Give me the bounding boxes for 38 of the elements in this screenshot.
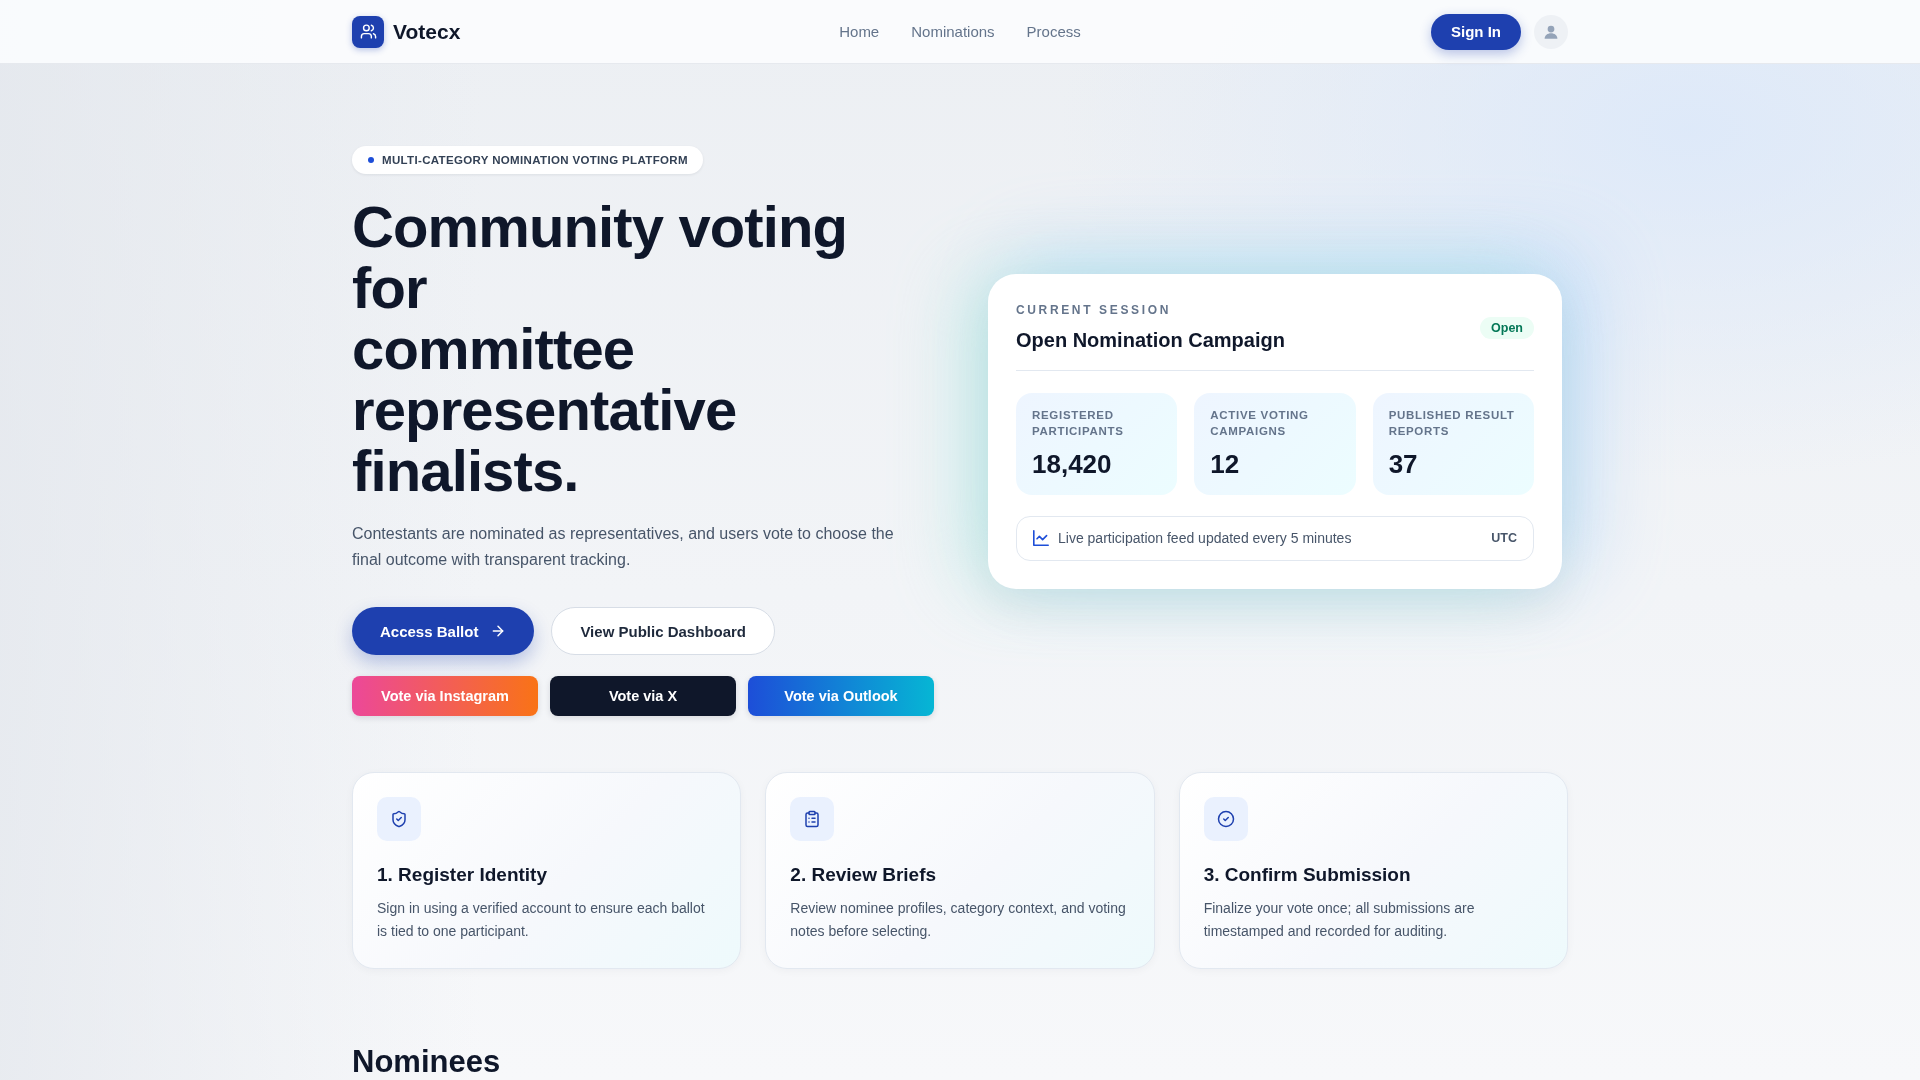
stat-label: PUBLISHED RESULT REPORTS (1388, 407, 1516, 439)
vote-button[interactable]: Vote via X (550, 676, 736, 716)
timezone-label: UTC (1491, 531, 1517, 545)
hero-heading: Community voting for committee representative finalists. (352, 196, 849, 501)
nav-link[interactable]: Home (839, 23, 880, 40)
session-eyebrow: CURRENT SESSION (1016, 301, 1172, 318)
step-description: Sign in using a verified account to ensure each ballot is tied to one participant. (377, 899, 706, 941)
stat-value: 18,420 (1032, 447, 1113, 480)
tagline-text: MULTI-CATEGORY NOMINATION VOTING PLATFORM (382, 154, 688, 166)
status-badge: Open (1480, 316, 1534, 339)
stat-label: ACTIVE VOTING CAMPAIGNS (1210, 407, 1310, 439)
step-title: 2. Review Briefs (790, 863, 938, 887)
dot-icon (368, 157, 374, 163)
stat-label: REGISTERED PARTICIPANTS (1032, 407, 1125, 439)
section-heading: Nominees (352, 1046, 501, 1078)
hero-description: Contestants are nominated as representatives, and users vote to choose the final outcome with transparent tracking. (352, 524, 895, 570)
stat-value: 12 (1210, 447, 1241, 480)
nav-link[interactable]: Nominations (911, 23, 995, 40)
vote-button[interactable]: Vote via Instagram (352, 676, 538, 716)
vote-button[interactable]: Vote via Outlook (748, 676, 934, 716)
step-title: 1. Register Identity (377, 863, 548, 887)
line-chart-icon (1033, 530, 1049, 546)
sign-in-button[interactable]: Sign In (1431, 13, 1521, 50)
brand-name: Votecx (393, 19, 461, 44)
shield-check-icon (377, 797, 421, 841)
clipboard-list-icon (790, 797, 835, 841)
step-description: Review nominee profiles, category context, and voting notes before selecting. (790, 899, 1127, 941)
access-ballot-button[interactable]: Access Ballot (352, 607, 535, 655)
feed-text: Live participation feed updated every 5 minutes (1058, 530, 1353, 546)
user-avatar-icon[interactable] (1534, 14, 1568, 49)
stat-value: 37 (1388, 447, 1419, 480)
circle-check-icon (1203, 797, 1248, 841)
step-title: 3. Confirm Submission (1203, 863, 1412, 887)
session-title: Open Nomination Campaign (1016, 327, 1285, 353)
nav-link[interactable]: Process (1026, 23, 1081, 40)
step-description: Finalize your vote once; all submissions are timestamped and recorded for auditing. (1203, 899, 1476, 941)
users-logo-icon (352, 15, 384, 48)
dashboard-button[interactable]: View Public Dashboard (551, 607, 775, 655)
